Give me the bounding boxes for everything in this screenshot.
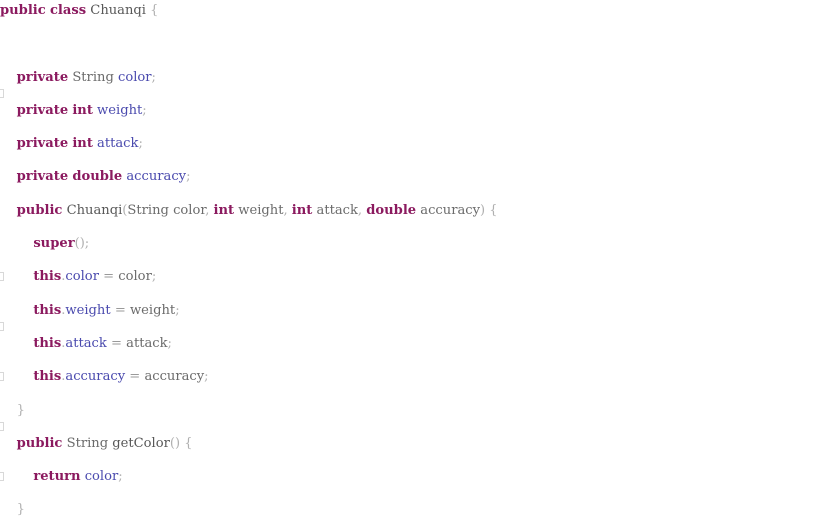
code-token: Chuanqi: [90, 3, 146, 18]
code-token: attack: [65, 335, 107, 351]
code-token: weight: [97, 102, 143, 118]
code-token: int: [72, 136, 93, 152]
code-token: double: [72, 169, 123, 185]
code-line[interactable]: private double accuracy;: [0, 169, 816, 186]
code-token: ();: [74, 236, 90, 252]
code-token: public: [16, 435, 63, 451]
code-line[interactable]: private int attack;: [0, 136, 816, 153]
code-token: ;: [138, 136, 143, 152]
code-token: color: [65, 269, 99, 285]
code-token: this: [33, 269, 62, 285]
code-token: getColor: [112, 435, 170, 451]
code-token: ;: [167, 335, 172, 351]
code-token: ,: [357, 202, 367, 218]
code-token: attack: [126, 335, 168, 351]
code-token: ;: [151, 69, 156, 85]
code-line[interactable]: this.accuracy = accuracy;: [0, 369, 816, 386]
code-line[interactable]: this.color = color;: [0, 269, 816, 286]
code-line[interactable]: private String color;: [0, 70, 816, 87]
code-token: ;: [204, 369, 209, 385]
code-line[interactable]: }: [0, 403, 816, 420]
code-token: ;: [142, 102, 147, 118]
code-line[interactable]: super();: [0, 236, 816, 253]
code-token: super: [33, 236, 75, 252]
code-token: ;: [175, 302, 180, 318]
code-token: accuracy: [420, 202, 480, 218]
code-token: int: [72, 102, 93, 118]
code-token: ,: [205, 202, 214, 218]
code-token: this: [33, 302, 62, 318]
code-token: attack: [316, 202, 358, 218]
code-token: color: [118, 269, 152, 285]
code-token: ;: [151, 269, 157, 285]
code-token: weight: [65, 302, 111, 318]
code-token: (): [169, 435, 181, 451]
code-token: color: [84, 469, 119, 485]
code-token: {: [150, 3, 159, 18]
code-token: =: [114, 302, 126, 318]
code-token: attack: [97, 136, 139, 152]
code-token: =: [129, 369, 141, 385]
code-token: ;: [186, 169, 191, 185]
code-token: int: [291, 202, 313, 218]
code-token: =: [103, 269, 115, 285]
code-line[interactable]: return color;: [0, 469, 816, 486]
code-token: public: [0, 3, 46, 18]
code-token: color: [173, 202, 206, 218]
code-token: double: [366, 202, 417, 218]
code-token: String: [72, 69, 114, 85]
code-token: private: [16, 136, 69, 152]
code-line[interactable]: }: [0, 502, 816, 517]
code-line[interactable]: private int weight;: [0, 103, 816, 120]
code-token: }: [16, 402, 25, 418]
code-line[interactable]: ​: [0, 36, 816, 53]
code-token: this: [33, 369, 62, 385]
code-token: ,: [283, 202, 292, 218]
code-line[interactable]: public class Chuanqi {: [0, 3, 816, 20]
code-line[interactable]: public Chuanqi(String color, int weight,…: [0, 203, 816, 220]
code-token: String: [127, 202, 169, 218]
code-token: private: [16, 169, 69, 185]
code-token: Chuanqi: [66, 202, 123, 218]
code-token: {: [184, 435, 193, 451]
code-editor-surface[interactable]: public class Chuanqi { ​ private String …: [0, 0, 816, 517]
code-line[interactable]: public String getColor() {: [0, 436, 816, 453]
code-token: String: [66, 435, 109, 451]
code-token: private: [16, 69, 69, 85]
code-token: class: [49, 3, 87, 18]
code-line[interactable]: this.attack = attack;: [0, 336, 816, 353]
code-token: ;: [118, 469, 123, 485]
code-token: accuracy: [144, 369, 205, 385]
code-token: weight: [238, 202, 284, 218]
code-token: {: [489, 202, 498, 218]
code-token: return: [33, 469, 81, 485]
code-token: public: [16, 202, 63, 218]
source-code-text[interactable]: public class Chuanqi { ​ private String …: [0, 0, 816, 517]
code-token: color: [118, 69, 152, 85]
code-token: =: [110, 335, 122, 351]
code-token: accuracy: [65, 369, 126, 385]
code-token: weight: [129, 302, 176, 318]
code-token: accuracy: [126, 169, 187, 185]
code-token: this: [33, 335, 62, 351]
code-token: private: [16, 102, 69, 118]
code-token: int: [213, 202, 235, 218]
code-line[interactable]: this.weight = weight;: [0, 303, 816, 320]
code-token: }: [16, 502, 25, 517]
